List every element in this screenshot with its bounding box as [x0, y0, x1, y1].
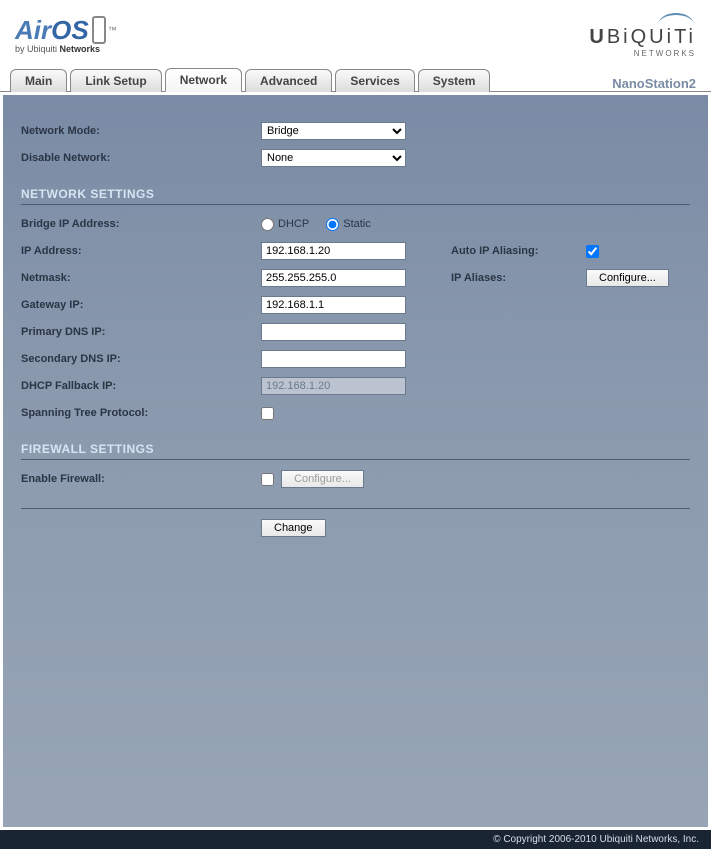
change-button[interactable]: Change [261, 519, 326, 537]
gateway-input[interactable] [261, 296, 406, 314]
company-sub: NETWORKS [589, 49, 696, 58]
auto-ip-alias-checkbox[interactable] [586, 245, 599, 258]
device-name: NanoStation2 [612, 76, 701, 91]
ip-aliases-configure-button[interactable]: Configure... [586, 269, 669, 287]
primary-dns-label: Primary DNS IP: [21, 326, 261, 338]
network-mode-select[interactable]: Bridge [261, 122, 406, 140]
logo-air: Air [15, 15, 51, 46]
tab-system[interactable]: System [418, 69, 491, 92]
secondary-dns-input[interactable] [261, 350, 406, 368]
logo-byline: by Ubiquiti Networks [15, 44, 117, 54]
stp-checkbox[interactable] [261, 407, 274, 420]
static-radio[interactable] [326, 218, 339, 231]
divider [21, 508, 690, 509]
dhcp-radio-label[interactable]: DHCP [261, 218, 309, 230]
logo-os: OS [51, 15, 89, 46]
footer-copyright: © Copyright 2006-2010 Ubiquiti Networks,… [0, 830, 711, 849]
ubiquiti-logo: UBiQUiTi NETWORKS [589, 10, 696, 58]
antenna-icon [656, 10, 696, 25]
airos-logo: AirOS ™ by Ubiquiti Networks [15, 15, 117, 54]
gateway-label: Gateway IP: [21, 299, 261, 311]
network-settings-title: NETWORK SETTINGS [21, 187, 690, 205]
tab-main[interactable]: Main [10, 69, 67, 92]
dhcp-radio[interactable] [261, 218, 274, 231]
firewall-configure-button: Configure... [281, 470, 364, 488]
firewall-title: FIREWALL SETTINGS [21, 442, 690, 460]
tab-advanced[interactable]: Advanced [245, 69, 332, 92]
netmask-label: Netmask: [21, 272, 261, 284]
dhcp-fallback-label: DHCP Fallback IP: [21, 380, 261, 392]
disable-network-label: Disable Network: [21, 152, 261, 164]
tabs: Main Link Setup Network Advanced Service… [0, 65, 711, 91]
primary-dns-input[interactable] [261, 323, 406, 341]
logo-tm: ™ [108, 25, 117, 35]
static-radio-label[interactable]: Static [326, 218, 371, 230]
tab-services[interactable]: Services [335, 69, 414, 92]
auto-ip-alias-label: Auto IP Aliasing: [451, 245, 586, 257]
logo-device-icon [92, 16, 106, 44]
tab-network[interactable]: Network [165, 68, 242, 92]
ip-address-input[interactable] [261, 242, 406, 260]
ip-aliases-label: IP Aliases: [451, 272, 586, 284]
header: AirOS ™ by Ubiquiti Networks UBiQUiTi NE… [0, 0, 711, 65]
enable-firewall-label: Enable Firewall: [21, 473, 261, 485]
enable-firewall-checkbox[interactable] [261, 473, 274, 486]
network-mode-label: Network Mode: [21, 125, 261, 137]
stp-label: Spanning Tree Protocol: [21, 407, 261, 419]
secondary-dns-label: Secondary DNS IP: [21, 353, 261, 365]
disable-network-select[interactable]: None [261, 149, 406, 167]
company-name: UBiQUiTi [589, 26, 696, 49]
content-panel: Network Mode: Bridge Disable Network: No… [3, 95, 708, 827]
bridge-ip-label: Bridge IP Address: [21, 218, 261, 230]
dhcp-fallback-input [261, 377, 406, 395]
tab-link-setup[interactable]: Link Setup [70, 69, 161, 92]
netmask-input[interactable] [261, 269, 406, 287]
ip-address-label: IP Address: [21, 245, 261, 257]
